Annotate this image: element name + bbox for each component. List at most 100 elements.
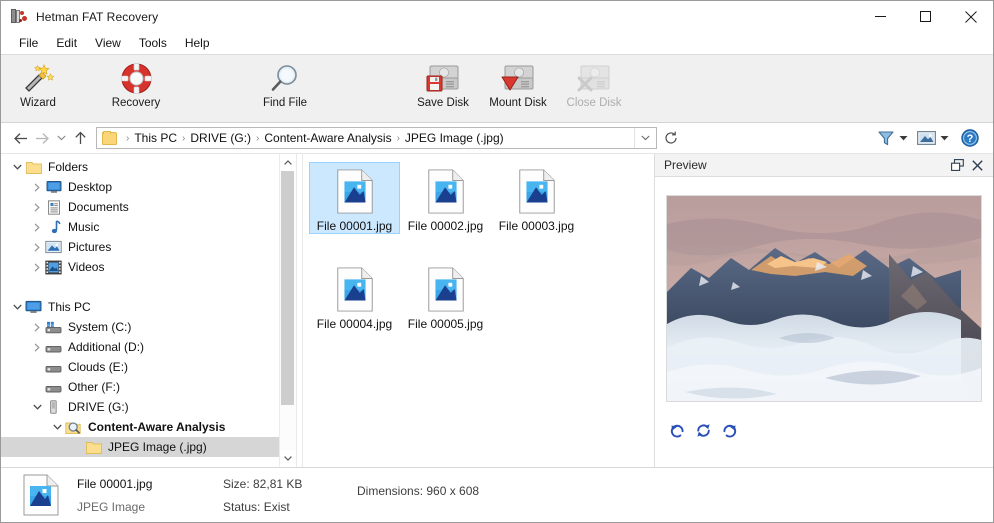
close-disk-icon <box>574 62 614 94</box>
rotate-180-button[interactable] <box>692 419 714 441</box>
file-name: File 00002.jpg <box>407 219 484 233</box>
tree-item-documents[interactable]: Documents <box>1 197 279 217</box>
tree-item-videos[interactable]: Videos <box>1 257 279 277</box>
rotate-right-button[interactable] <box>718 419 740 441</box>
breadcrumb-separator-0: › <box>126 132 130 144</box>
system-drive-icon <box>45 319 62 335</box>
wand-stars-icon <box>18 62 58 94</box>
scroll-down-arrow[interactable] <box>280 450 296 467</box>
filter-button[interactable] <box>875 126 897 150</box>
twisty-right-icon[interactable] <box>29 337 45 357</box>
file-tile[interactable]: File 00005.jpg <box>400 260 491 332</box>
videos-icon <box>45 259 62 275</box>
file-tile[interactable]: File 00002.jpg <box>400 162 491 234</box>
status-dimensions-info: Dimensions: 960 x 608 <box>357 474 479 516</box>
twisty-right-icon[interactable] <box>29 197 45 217</box>
toolbar-recovery-button[interactable]: Recovery <box>103 58 169 116</box>
toolbar-recovery-label: Recovery <box>111 97 161 109</box>
toolbar-save-disk-button[interactable]: Save Disk <box>407 58 479 116</box>
menu-edit[interactable]: Edit <box>47 34 86 52</box>
status-file-name: File 00001.jpg <box>77 476 153 491</box>
scrollbar-thumb[interactable] <box>281 171 294 406</box>
toolbar-find-file-button[interactable]: Find File <box>249 58 321 116</box>
breadcrumb-separator-1: › <box>182 132 186 144</box>
tree-item-other-f[interactable]: Other (F:) <box>1 377 279 397</box>
menu-view[interactable]: View <box>86 34 130 52</box>
twisty-down-icon[interactable] <box>49 417 65 437</box>
file-name: File 00005.jpg <box>407 317 484 331</box>
close-icon <box>971 159 983 171</box>
tree-item-jpeg-image[interactable]: JPEG Image (.jpg) <box>1 437 279 457</box>
menu-tools[interactable]: Tools <box>130 34 176 52</box>
twisty-right-icon[interactable] <box>29 317 45 337</box>
tree-item-system-c[interactable]: System (C:) <box>1 317 279 337</box>
undock-icon <box>950 159 964 171</box>
tree-item-folders[interactable]: Folders <box>1 157 279 177</box>
twisty-right-icon[interactable] <box>29 217 45 237</box>
tree-item-music[interactable]: Music <box>1 217 279 237</box>
twisty-down-icon[interactable] <box>9 297 25 317</box>
toolbar-wizard-button[interactable]: Wizard <box>5 58 71 116</box>
tree-label: Content-Aware Analysis <box>88 420 226 434</box>
rotate-left-button[interactable] <box>666 419 688 441</box>
tree-label: Documents <box>68 200 129 214</box>
up-arrow-icon <box>74 131 86 144</box>
twisty-down-icon[interactable] <box>9 157 25 177</box>
twisty-right-icon[interactable] <box>29 177 45 197</box>
breadcrumb-jpeg-image[interactable]: JPEG Image (.jpg) <box>405 131 504 145</box>
help-button[interactable]: ? <box>959 126 981 150</box>
breadcrumb-this-pc[interactable]: This PC <box>134 131 177 145</box>
file-name: File 00004.jpg <box>316 317 393 331</box>
refresh-icon <box>665 131 677 144</box>
folder-tree: Folders Desktop Documents Music Pictures… <box>1 154 279 467</box>
back-button[interactable] <box>9 126 31 150</box>
tree-item-clouds-e[interactable]: Clouds (E:) <box>1 357 279 377</box>
view-mode-dropdown-button[interactable] <box>938 126 951 150</box>
twisty-down-icon[interactable] <box>29 397 45 417</box>
minimize-button[interactable] <box>858 1 903 32</box>
refresh-button[interactable] <box>659 127 683 149</box>
title-bar: Hetman FAT Recovery <box>1 1 993 32</box>
twisty-right-icon[interactable] <box>29 257 45 277</box>
status-dimensions: Dimensions: 960 x 608 <box>357 483 480 498</box>
tree-label: Folders <box>48 160 89 174</box>
tree-label: Additional (D:) <box>68 340 145 354</box>
filter-dropdown-button[interactable] <box>897 126 910 150</box>
up-button[interactable] <box>69 126 91 150</box>
toolbar-mount-disk-button[interactable]: Mount Disk <box>479 58 557 116</box>
preview-undock-button[interactable] <box>947 155 967 175</box>
forward-button[interactable] <box>31 126 53 150</box>
twisty-none <box>69 437 85 457</box>
breadcrumb-drive-g[interactable]: DRIVE (G:) <box>190 131 251 145</box>
file-tile[interactable]: File 00003.jpg <box>491 162 582 234</box>
file-tile[interactable]: File 00001.jpg <box>309 162 400 234</box>
breadcrumb-address-box[interactable]: › This PC › DRIVE (G:) › Content-Aware A… <box>96 127 657 149</box>
history-dropdown-button[interactable] <box>53 126 69 150</box>
twisty-right-icon[interactable] <box>29 237 45 257</box>
tree-scrollbar[interactable] <box>279 154 296 467</box>
view-mode-button[interactable] <box>915 126 938 150</box>
tree-item-content-aware-analysis[interactable]: Content-Aware Analysis <box>1 417 279 437</box>
toolbar-find-file-label: Find File <box>262 97 308 109</box>
tree-label: System (C:) <box>68 320 132 334</box>
preview-close-button[interactable] <box>967 155 987 175</box>
tree-item-pictures[interactable]: Pictures <box>1 237 279 257</box>
tree-item-desktop[interactable]: Desktop <box>1 177 279 197</box>
file-list[interactable]: File 00001.jpg File 00002.jpg File 00003… <box>303 154 654 467</box>
tree-item-this-pc[interactable]: This PC <box>1 297 279 317</box>
address-dropdown-button[interactable] <box>634 128 656 148</box>
scroll-up-arrow[interactable] <box>280 154 296 171</box>
tree-item-drive-g[interactable]: DRIVE (G:) <box>1 397 279 417</box>
scrollbar-track[interactable] <box>280 171 296 450</box>
toolbar-close-disk-button[interactable]: Close Disk <box>557 58 631 116</box>
menu-help[interactable]: Help <box>176 34 219 52</box>
file-tile[interactable]: File 00004.jpg <box>309 260 400 332</box>
tree-label: DRIVE (G:) <box>68 400 129 414</box>
breadcrumb-content-aware-analysis[interactable]: Content-Aware Analysis <box>264 131 391 145</box>
menu-file[interactable]: File <box>10 34 47 52</box>
close-button[interactable] <box>948 1 993 32</box>
pane-splitter[interactable] <box>296 154 303 467</box>
maximize-button[interactable] <box>903 1 948 32</box>
documents-icon <box>45 199 62 215</box>
tree-item-additional-d[interactable]: Additional (D:) <box>1 337 279 357</box>
